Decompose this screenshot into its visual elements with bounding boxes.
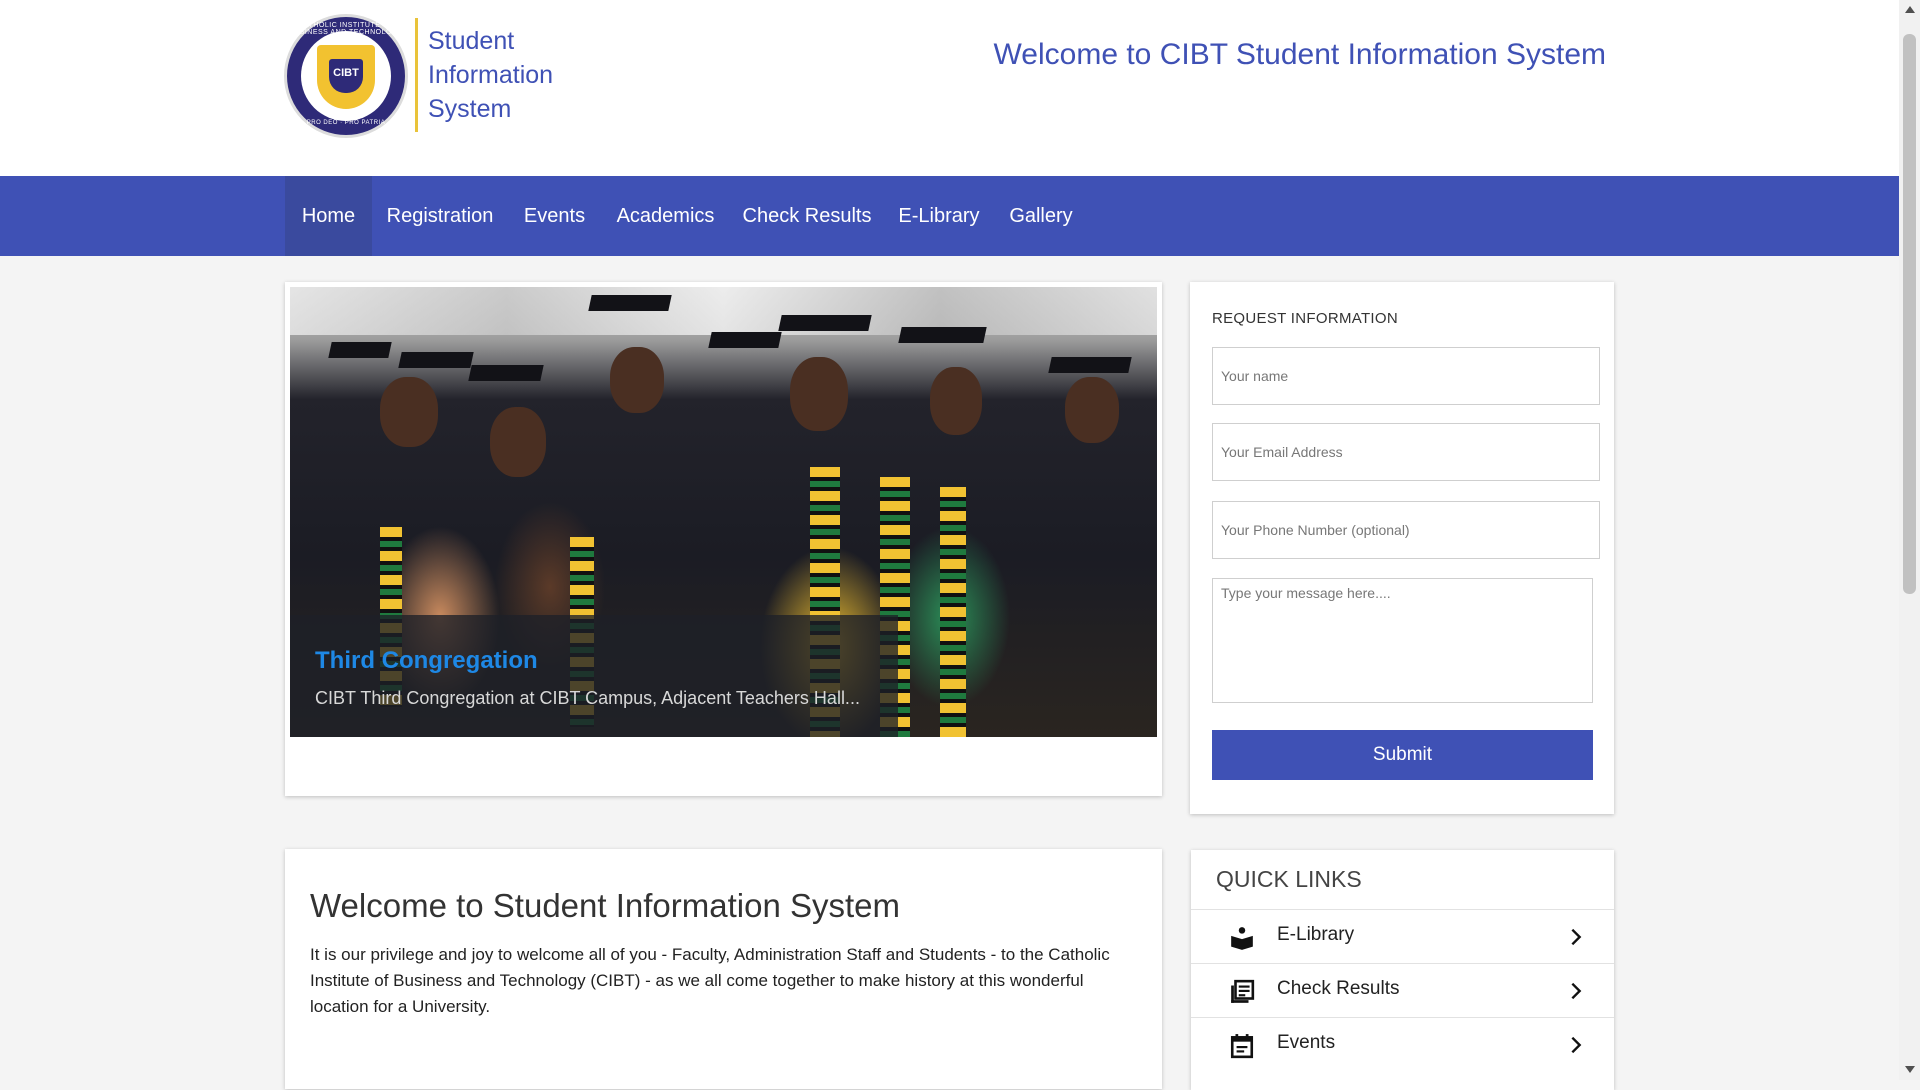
nav-item-e-library[interactable]: E-Library xyxy=(884,176,994,256)
graduation-cap xyxy=(708,332,782,348)
slide-caption-title[interactable]: Third Congregation xyxy=(315,647,538,675)
logo-wordmark[interactable]: Student Information System xyxy=(428,24,608,126)
graduation-cap xyxy=(328,342,392,358)
scrollbar-thumb[interactable] xyxy=(1903,34,1916,594)
image-slider-card: Third Congregation CIBT Third Congregati… xyxy=(285,282,1162,796)
graduate-face xyxy=(490,407,546,477)
nav-item-academics[interactable]: Academics xyxy=(601,176,730,256)
logo-text-line: System xyxy=(428,95,512,123)
library-books-icon xyxy=(1231,979,1255,1003)
logo-text-line: Student xyxy=(428,27,515,55)
quick-link-e-library[interactable]: E-Library xyxy=(1191,909,1614,964)
email-field[interactable] xyxy=(1212,423,1600,481)
graduation-cap xyxy=(398,352,474,368)
welcome-body-text: It is our privilege and joy to welcome a… xyxy=(310,945,1110,1016)
chevron-right-icon xyxy=(1571,982,1582,1000)
graduation-cap xyxy=(778,315,872,331)
name-field[interactable] xyxy=(1212,347,1600,405)
nav-item-check-results[interactable]: Check Results xyxy=(730,176,884,256)
logo-seal-center-text: CIBT xyxy=(333,67,359,79)
chevron-right-icon xyxy=(1571,928,1582,946)
logo-shield-icon: CIBT xyxy=(317,45,375,109)
calendar-icon xyxy=(1230,1034,1254,1059)
cibt-logo-seal[interactable]: CATHOLIC INSTITUTE OF BUSINESS AND TECHN… xyxy=(284,14,408,138)
nav-item-gallery[interactable]: Gallery xyxy=(994,176,1088,256)
graduate-face xyxy=(930,367,982,435)
quick-links-card: QUICK LINKS E-Library Check Results Even… xyxy=(1191,850,1614,1090)
reader-icon xyxy=(1231,927,1253,950)
graduate-face xyxy=(1065,377,1119,443)
site-header: CATHOLIC INSTITUTE OF BUSINESS AND TECHN… xyxy=(0,0,1899,176)
graduate-face xyxy=(790,357,848,431)
scroll-down-arrow-icon[interactable] xyxy=(1905,1066,1915,1073)
request-information-card: REQUEST INFORMATION Submit xyxy=(1190,282,1614,814)
graduation-cap xyxy=(898,327,987,343)
graduate-face xyxy=(380,377,438,447)
tent-background xyxy=(290,287,1157,335)
phone-field[interactable] xyxy=(1212,501,1600,559)
nav-item-registration[interactable]: Registration xyxy=(372,176,508,256)
logo-seal-bottom-text: PRO DEO · PRO PATRIA xyxy=(306,120,386,126)
nav-item-home[interactable]: Home xyxy=(285,176,372,256)
graduation-cap xyxy=(1048,357,1132,373)
slide-caption-text: CIBT Third Congregation at CIBT Campus, … xyxy=(315,688,860,708)
quick-link-label: E-Library xyxy=(1277,924,1355,945)
chevron-right-icon xyxy=(1571,1036,1582,1054)
graduation-slide-image[interactable]: Third Congregation CIBT Third Congregati… xyxy=(290,287,1157,737)
logo-divider xyxy=(415,18,418,132)
scroll-up-arrow-icon[interactable] xyxy=(1905,6,1915,13)
kente-stole xyxy=(940,487,966,737)
nav-item-events[interactable]: Events xyxy=(508,176,601,256)
quick-link-label: Events xyxy=(1277,1032,1336,1053)
site-welcome-title: Welcome to CIBT Student Information Syst… xyxy=(993,38,1606,71)
request-form-title: REQUEST INFORMATION xyxy=(1212,310,1398,327)
submit-button[interactable]: Submit xyxy=(1212,730,1593,780)
graduate-face xyxy=(610,347,664,413)
quick-link-label: Check Results xyxy=(1277,978,1400,999)
welcome-heading: Welcome to Student Information System xyxy=(310,887,900,924)
quick-link-check-results[interactable]: Check Results xyxy=(1191,963,1614,1018)
graduation-cap xyxy=(588,295,672,311)
slide-caption: Third Congregation CIBT Third Congregati… xyxy=(290,615,898,737)
quick-link-events[interactable]: Events xyxy=(1191,1017,1614,1072)
welcome-card: Welcome to Student Information System It… xyxy=(285,849,1162,1089)
page-scrollbar[interactable] xyxy=(1899,0,1920,1080)
main-navigation: Home Registration Events Academics Check… xyxy=(0,176,1899,256)
quick-links-title: QUICK LINKS xyxy=(1216,866,1362,892)
graduation-cap xyxy=(468,365,544,381)
logo-text-line: Information xyxy=(428,61,554,89)
message-field[interactable] xyxy=(1212,578,1593,703)
